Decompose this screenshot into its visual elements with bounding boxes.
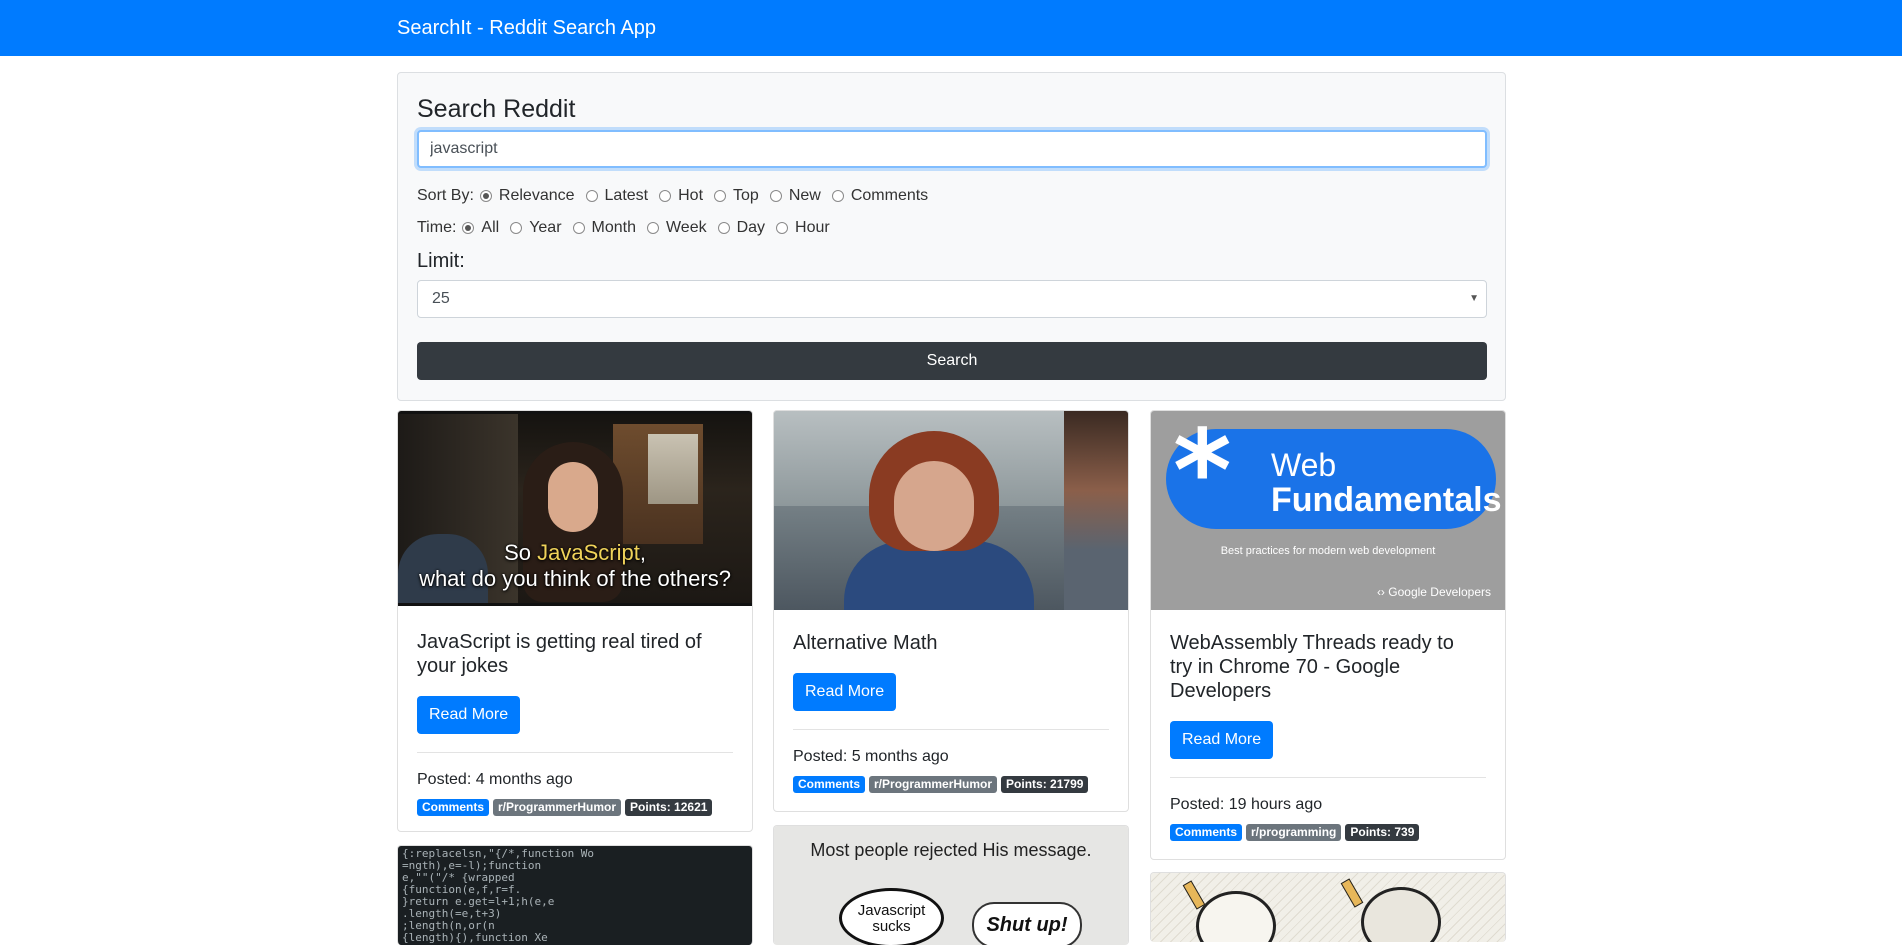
time-option-label: All — [481, 219, 500, 236]
time-option-all[interactable]: All — [462, 219, 499, 237]
sort-option-comments[interactable]: Comments — [831, 187, 929, 205]
radio-relevance[interactable] — [479, 190, 492, 202]
radio-month[interactable] — [572, 222, 585, 234]
comic-bubble: Shut up! — [972, 902, 1082, 945]
posted-date: Posted: 4 months ago — [417, 771, 573, 788]
badge-group: Comments r/programming Points: 739 — [1170, 824, 1486, 841]
card-image[interactable]: * Web Fundamentals Best practices for mo… — [1151, 411, 1505, 610]
card-image[interactable]: {:replacelsn,"{/*,function Wo =ngth),e=-… — [398, 846, 752, 945]
time-option-week[interactable]: Week — [646, 219, 707, 237]
card-title: JavaScript is getting real tired of your… — [417, 631, 702, 677]
navbar-brand[interactable]: SearchIt - Reddit Search App — [397, 16, 656, 40]
logo-tagline: Best practices for modern web developmen… — [1220, 545, 1436, 557]
badge-group: Comments r/ProgrammerHumor Points: 12621 — [417, 799, 733, 816]
logo-word: Fundamentals — [1271, 481, 1502, 519]
time-option-label: Year — [529, 219, 562, 236]
image-caption: So JavaScript, what do you think of the … — [419, 540, 731, 591]
radio-week[interactable] — [646, 222, 659, 234]
radio-top[interactable] — [714, 190, 727, 202]
card-divider — [793, 729, 1109, 730]
posted-date: Posted: 19 hours ago — [1170, 796, 1323, 813]
radio-new[interactable] — [769, 190, 782, 202]
sort-option-label: Relevance — [498, 187, 575, 204]
sort-option-label: Hot — [678, 187, 704, 204]
comic-caption: Most people rejected His message. — [810, 840, 1092, 860]
radio-hot[interactable] — [659, 190, 672, 202]
subreddit-badge: r/ProgrammerHumor — [493, 799, 622, 816]
radio-comments[interactable] — [831, 190, 844, 202]
time-option-day[interactable]: Day — [717, 219, 766, 237]
posted-date: Posted: 5 months ago — [793, 748, 949, 765]
points-badge: Points: 21799 — [1001, 776, 1089, 793]
comic-bubble: Javascript sucks — [839, 888, 944, 945]
sort-option-label: New — [788, 187, 821, 204]
sort-option-label: Latest — [604, 187, 649, 204]
sort-option-relevance[interactable]: Relevance — [479, 187, 575, 205]
card-divider — [417, 752, 733, 753]
sort-option-hot[interactable]: Hot — [659, 187, 703, 205]
logo-brand: ‹› Google Developers — [1376, 585, 1491, 599]
navbar: SearchIt - Reddit Search App — [0, 0, 1902, 56]
card-image[interactable] — [774, 411, 1128, 610]
card-image[interactable]: Most people rejected His message. Javasc… — [774, 826, 1128, 945]
result-card: {:replacelsn,"{/*,function Wo =ngth),e=-… — [397, 845, 753, 945]
result-card — [1150, 872, 1506, 942]
card-title: WebAssembly Threads ready to try in Chro… — [1170, 632, 1454, 702]
points-badge: Points: 12621 — [625, 799, 713, 816]
search-title: Search Reddit — [417, 95, 576, 123]
radio-hour[interactable] — [776, 222, 789, 234]
time-option-label: Month — [591, 219, 636, 236]
comments-badge[interactable]: Comments — [793, 776, 866, 793]
read-more-button[interactable]: Read More — [417, 696, 521, 734]
time-group: Time: All Year Month Week Day Hour — [417, 217, 841, 239]
time-option-month[interactable]: Month — [572, 219, 636, 237]
result-card: * Web Fundamentals Best practices for mo… — [1150, 410, 1506, 860]
limit-label: Limit: — [417, 250, 465, 272]
comments-badge[interactable]: Comments — [417, 799, 490, 816]
limit-value: 25 — [432, 290, 450, 307]
subreddit-badge: r/ProgrammerHumor — [869, 776, 998, 793]
subreddit-badge: r/programming — [1246, 824, 1342, 841]
result-card: Most people rejected His message. Javasc… — [773, 825, 1129, 945]
sort-option-top[interactable]: Top — [714, 187, 759, 205]
sort-option-label: Comments — [850, 187, 929, 204]
result-card: Alternative Math Read More Posted: 5 mon… — [773, 410, 1129, 812]
sort-option-new[interactable]: New — [769, 187, 821, 205]
card-title: Alternative Math — [793, 632, 938, 654]
card-image[interactable]: So JavaScript, what do you think of the … — [398, 411, 752, 606]
limit-select[interactable]: 25 ▼ — [417, 280, 1487, 318]
card-divider — [1170, 777, 1486, 778]
time-option-label: Hour — [795, 219, 830, 236]
read-more-button[interactable]: Read More — [1170, 721, 1274, 759]
code-screenshot: {:replacelsn,"{/*,function Wo =ngth),e=-… — [402, 847, 595, 945]
points-badge: Points: 739 — [1345, 824, 1420, 841]
read-more-button[interactable]: Read More — [793, 673, 897, 711]
card-image[interactable] — [1151, 873, 1505, 942]
sort-by-group: Sort By: Relevance Latest Hot Top New Co… — [417, 185, 939, 207]
radio-day[interactable] — [717, 222, 730, 234]
time-option-label: Day — [736, 219, 766, 236]
caret-down-icon: ▼ — [1469, 293, 1479, 304]
radio-all[interactable] — [462, 222, 475, 234]
asterisk-icon: * — [1173, 411, 1232, 537]
badge-group: Comments r/ProgrammerHumor Points: 21799 — [793, 776, 1109, 793]
radio-year[interactable] — [510, 222, 523, 234]
search-input[interactable] — [417, 130, 1487, 168]
sort-option-label: Top — [733, 187, 759, 204]
sort-option-latest[interactable]: Latest — [585, 187, 649, 205]
time-option-hour[interactable]: Hour — [776, 219, 830, 237]
time-label: Time: — [417, 219, 457, 236]
search-button[interactable]: Search — [417, 342, 1487, 380]
radio-latest[interactable] — [585, 190, 598, 202]
sort-by-label: Sort By: — [417, 187, 474, 204]
comments-badge[interactable]: Comments — [1170, 824, 1243, 841]
time-option-year[interactable]: Year — [510, 219, 562, 237]
time-option-label: Week — [665, 219, 707, 236]
logo-word: Web — [1271, 447, 1337, 483]
result-card: So JavaScript, what do you think of the … — [397, 410, 753, 832]
